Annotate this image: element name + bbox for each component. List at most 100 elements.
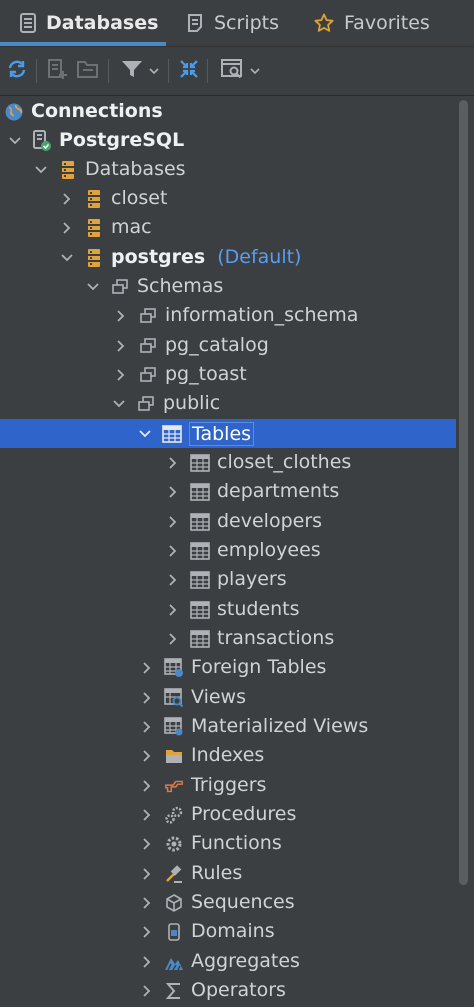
tree-node-label: public xyxy=(163,392,221,414)
tree-node-operators[interactable]: Operators xyxy=(0,976,456,1005)
tree-node-label: employees xyxy=(217,539,321,561)
tree-node-schema-information-schema[interactable]: information_schema xyxy=(0,301,456,330)
chevron-right-icon[interactable] xyxy=(60,192,74,206)
tree-node-views[interactable]: Views xyxy=(0,683,456,712)
view-options-button[interactable] xyxy=(215,57,265,85)
tree-node-label: Domains xyxy=(191,920,275,942)
chevron-right-icon[interactable] xyxy=(140,867,154,881)
tree-node-schema-pg-catalog[interactable]: pg_catalog xyxy=(0,331,456,360)
tree-node-procedures[interactable]: Procedures xyxy=(0,800,456,829)
table-icon xyxy=(190,570,210,590)
table-icon xyxy=(190,512,210,532)
tree-node-connections[interactable]: Connections xyxy=(0,97,456,126)
filter-button[interactable] xyxy=(116,57,164,85)
chevron-right-icon[interactable] xyxy=(114,339,128,353)
chevron-right-icon[interactable] xyxy=(140,779,154,793)
tree-node-schema-public[interactable]: public xyxy=(0,389,456,418)
tree-node-table-transactions[interactable]: transactions xyxy=(0,624,456,653)
tree-node-tables[interactable]: Tables xyxy=(0,419,456,448)
chevron-right-icon[interactable] xyxy=(114,309,128,323)
new-data-source-button[interactable] xyxy=(44,57,70,85)
tree-node-table-departments[interactable]: departments xyxy=(0,477,456,506)
chevron-right-icon[interactable] xyxy=(140,808,154,822)
tree-node-table-players[interactable]: players xyxy=(0,565,456,594)
collapse-all-button[interactable] xyxy=(176,57,202,85)
tree-node-rules[interactable]: Rules xyxy=(0,859,456,888)
tree-node-postgresql[interactable]: PostgreSQL xyxy=(0,126,456,155)
chevron-right-icon[interactable] xyxy=(166,632,180,646)
tree-node-table-closet-clothes[interactable]: closet_clothes xyxy=(0,448,456,477)
tree-node-table-employees[interactable]: employees xyxy=(0,536,456,565)
tree-node-label: Foreign Tables xyxy=(191,656,327,678)
tree-node-db-mac[interactable]: mac xyxy=(0,213,456,242)
chevron-right-icon[interactable] xyxy=(140,984,154,998)
chevron-right-icon[interactable] xyxy=(140,720,154,734)
tree-node-label: students xyxy=(217,598,300,620)
tab-scripts[interactable]: Scripts xyxy=(186,0,279,46)
tree-node-label: Aggregates xyxy=(191,950,300,972)
chevron-right-icon[interactable] xyxy=(166,456,180,470)
foreign-table-icon xyxy=(164,657,184,678)
chevron-right-icon[interactable] xyxy=(140,749,154,763)
trigger-icon xyxy=(164,776,184,796)
chevron-right-icon[interactable] xyxy=(166,603,180,617)
chevron-right-icon[interactable] xyxy=(166,515,180,529)
chevron-right-icon[interactable] xyxy=(140,955,154,969)
tree-node-table-developers[interactable]: developers xyxy=(0,507,456,536)
table-icon xyxy=(190,541,210,561)
refresh-button[interactable] xyxy=(4,57,30,85)
table-icon xyxy=(190,482,210,502)
tab-favorites-label: Favorites xyxy=(344,12,430,34)
chevron-down-icon[interactable] xyxy=(60,251,74,265)
table-icon xyxy=(190,453,210,473)
window-search-icon xyxy=(220,58,244,84)
chevron-right-icon[interactable] xyxy=(60,221,74,235)
tree-node-table-students[interactable]: students xyxy=(0,595,456,624)
tree-node-functions[interactable]: Functions xyxy=(0,829,456,858)
tree-node-domains[interactable]: Domains xyxy=(0,917,456,946)
folder-icon xyxy=(76,58,100,84)
globe-icon xyxy=(4,102,24,122)
refresh-icon xyxy=(6,58,28,84)
chevron-right-icon[interactable] xyxy=(114,368,128,382)
chevron-right-icon[interactable] xyxy=(166,573,180,587)
chevron-right-icon[interactable] xyxy=(166,485,180,499)
chevron-right-icon[interactable] xyxy=(166,544,180,558)
tree-node-label: closet_clothes xyxy=(217,451,352,473)
schema-icon xyxy=(138,336,158,356)
tree-node-schemas[interactable]: Schemas xyxy=(0,272,456,301)
tree-node-sequences[interactable]: Sequences xyxy=(0,888,456,917)
tree-node-db-closet[interactable]: closet xyxy=(0,184,456,213)
chevron-right-icon[interactable] xyxy=(140,896,154,910)
tree-node-label: Views xyxy=(191,686,246,708)
tree-node-indexes[interactable]: Indexes xyxy=(0,741,456,770)
toolbar-separator xyxy=(207,59,208,83)
tree-node-db-postgres[interactable]: postgres (Default) xyxy=(0,243,456,272)
tree-node-databases[interactable]: Databases xyxy=(0,155,456,184)
tree-node-triggers[interactable]: Triggers xyxy=(0,771,456,800)
tree-node-materialized-views[interactable]: Materialized Views xyxy=(0,712,456,741)
chevron-right-icon[interactable] xyxy=(140,661,154,675)
cube-icon xyxy=(164,893,184,913)
database-tree: Connections PostgreSQL Databases closet … xyxy=(0,96,456,1007)
tree-node-aggregates[interactable]: Aggregates xyxy=(0,947,456,976)
tree-scrollbar-thumb[interactable] xyxy=(459,100,468,885)
default-badge: (Default) xyxy=(217,246,302,268)
chevron-right-icon[interactable] xyxy=(140,691,154,705)
tree-node-label: Materialized Views xyxy=(191,715,369,737)
new-folder-button[interactable] xyxy=(75,57,101,85)
chevron-right-icon[interactable] xyxy=(140,837,154,851)
chevron-right-icon[interactable] xyxy=(140,925,154,939)
tree-node-label: developers xyxy=(217,510,323,532)
script-icon xyxy=(186,13,204,33)
chevron-down-icon[interactable] xyxy=(34,163,48,177)
chevron-down-icon[interactable] xyxy=(8,134,22,148)
chevron-down-icon[interactable] xyxy=(138,427,152,441)
tab-favorites[interactable]: Favorites xyxy=(314,0,430,46)
filter-icon xyxy=(121,59,143,83)
tab-databases[interactable]: Databases xyxy=(20,0,158,46)
tree-node-schema-pg-toast[interactable]: pg_toast xyxy=(0,360,456,389)
chevron-down-icon[interactable] xyxy=(112,397,126,411)
tree-node-foreign-tables[interactable]: Foreign Tables xyxy=(0,653,456,682)
chevron-down-icon[interactable] xyxy=(86,280,100,294)
